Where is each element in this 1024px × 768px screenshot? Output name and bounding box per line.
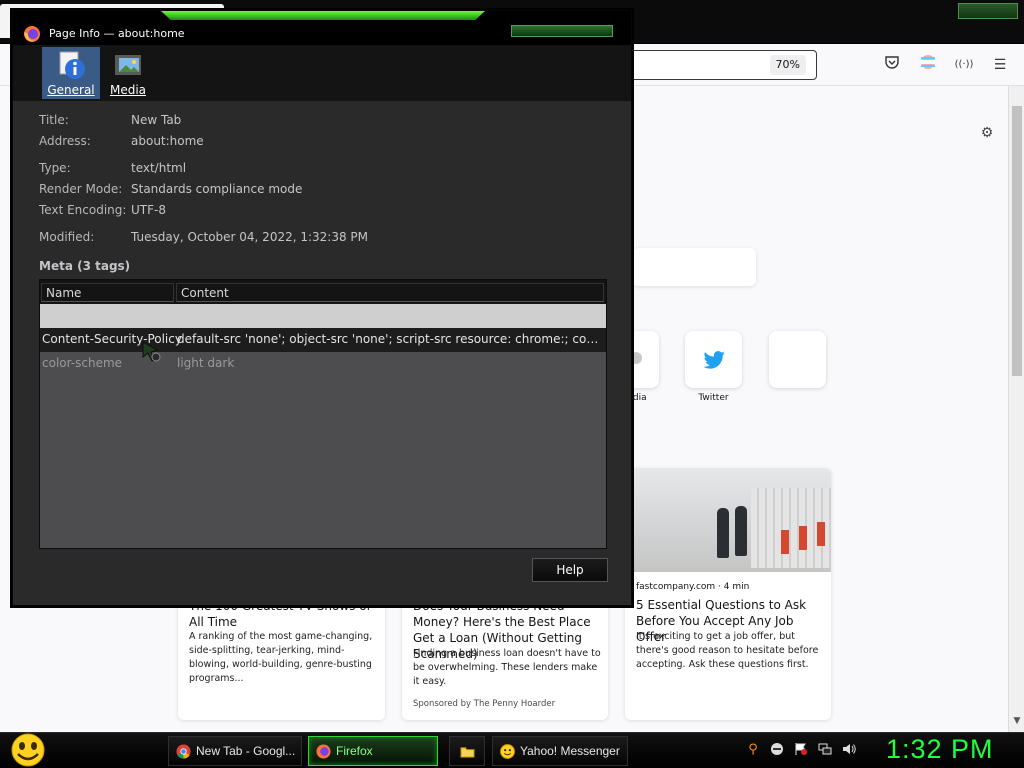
chrome-icon	[176, 744, 191, 759]
help-button[interactable]: Help	[532, 558, 608, 582]
window-controls[interactable]	[958, 3, 1018, 19]
story-excerpt: Finding a business loan doesn't have to …	[413, 648, 601, 687]
info-icon	[59, 51, 85, 79]
table-row[interactable]: Content-Security-Policy default-src 'non…	[40, 328, 606, 352]
top-site-twitter[interactable]	[685, 331, 742, 388]
top-site-tile[interactable]	[632, 331, 659, 388]
render-mode-label: Render Mode:	[39, 182, 123, 196]
taskbar-clock[interactable]: 1:32 PM	[886, 734, 994, 765]
dialog-titlebar[interactable]: Page Info — about:home	[13, 11, 631, 45]
table-row[interactable]: color-scheme light dark	[40, 352, 606, 376]
taskbar-item-label: Yahoo! Messenger	[520, 744, 620, 758]
dialog-title: Page Info — about:home	[49, 27, 185, 40]
firefox-icon	[316, 744, 331, 759]
extensions-icon[interactable]: ((·))	[953, 54, 975, 76]
tab-general[interactable]: General	[42, 47, 100, 99]
tab-label: Media	[109, 83, 147, 97]
address-label: Address:	[39, 134, 91, 148]
yahoo-messenger-icon	[500, 744, 515, 759]
url-bar[interactable]: 70%	[600, 50, 817, 80]
mouse-cursor-icon	[142, 341, 161, 362]
meta-table-header: Name Content	[40, 280, 606, 304]
titlebar-accent	[161, 11, 485, 20]
sponsor-label: Sponsored by The Penny Hoarder	[413, 699, 556, 709]
modified-label: Modified:	[39, 230, 95, 244]
meta-heading: Meta (3 tags)	[39, 259, 131, 273]
account-icon[interactable]	[917, 54, 939, 76]
zoom-indicator[interactable]: 70%	[769, 55, 806, 75]
scroll-down-arrow[interactable]: ▼	[1009, 716, 1024, 730]
taskbar-item-firefox[interactable]: Firefox	[308, 736, 438, 766]
flag-icon[interactable]	[793, 742, 809, 758]
meta-content-cell: default-src 'none'; object-src 'none'; s…	[177, 332, 602, 346]
gear-icon[interactable]: ⚙	[978, 124, 996, 142]
title-value[interactable]: New Tab	[131, 113, 181, 127]
image-icon	[115, 55, 141, 75]
top-site-label: Twitter	[698, 393, 729, 403]
taskbar-item-chrome[interactable]: New Tab - Googl...	[168, 736, 302, 766]
render-mode-value[interactable]: Standards compliance mode	[131, 182, 302, 196]
taskbar-item-explorer[interactable]	[449, 736, 485, 766]
table-row[interactable]	[40, 304, 606, 328]
search-icon[interactable]: ⚲	[745, 742, 761, 758]
tab-media[interactable]: Media	[99, 47, 157, 99]
taskbar-item-yahoo-messenger[interactable]: Yahoo! Messenger	[492, 736, 628, 766]
encoding-label: Text Encoding:	[39, 203, 127, 217]
volume-icon[interactable]	[841, 742, 857, 758]
page-scrollbar[interactable]: ▼	[1008, 86, 1024, 732]
type-value[interactable]: text/html	[131, 161, 186, 175]
meta-content-cell: light dark	[177, 356, 235, 370]
column-header-name[interactable]: Name	[41, 283, 174, 302]
story-card[interactable]: Does Your Business Need Money? Here's th…	[402, 596, 608, 720]
taskbar-item-label: Firefox	[336, 744, 373, 758]
firefox-icon	[24, 26, 40, 42]
story-card[interactable]: The 100 Greatest TV Shows of All Time A …	[178, 596, 385, 720]
network-icon[interactable]	[817, 742, 833, 758]
modified-value[interactable]: Tuesday, October 04, 2022, 1:32:38 PM	[131, 230, 368, 244]
address-value[interactable]: about:home	[131, 134, 204, 148]
type-label: Type:	[39, 161, 71, 175]
taskbar-item-label: New Tab - Googl...	[196, 744, 296, 758]
story-excerpt: A ranking of the most game-changing, sid…	[189, 631, 373, 684]
twitter-icon	[703, 351, 725, 369]
smiley-start-icon[interactable]	[8, 733, 48, 768]
top-site-empty[interactable]	[769, 331, 826, 388]
meta-table[interactable]: Name Content Content-Security-Policy def…	[39, 279, 607, 549]
story-card[interactable]: fastcompany.com · 4 min 5 Essential Ques…	[625, 468, 831, 720]
tab-label: General	[47, 83, 95, 97]
story-excerpt: It's exciting to get a job offer, but th…	[636, 631, 819, 670]
meta-name-cell: color-scheme	[42, 356, 123, 370]
story-source: fastcompany.com · 4 min	[636, 582, 750, 592]
page-info-dialog: Page Info — about:home General Media Tit…	[12, 10, 632, 606]
newtab-search-box[interactable]	[632, 248, 756, 286]
dialog-tabs: General Media	[13, 45, 631, 101]
window-controls[interactable]	[511, 25, 613, 37]
status-icon[interactable]	[769, 742, 785, 758]
story-image	[631, 468, 831, 572]
title-label: Title:	[39, 113, 69, 127]
menu-icon[interactable]: ☰	[989, 54, 1011, 76]
folder-icon	[460, 747, 475, 758]
column-header-content[interactable]: Content	[176, 283, 604, 302]
globe-icon	[632, 352, 642, 364]
taskbar: New Tab - Googl... Firefox Yahoo! Messen…	[0, 732, 1024, 768]
scrollbar-thumb[interactable]	[1012, 106, 1022, 376]
pocket-icon[interactable]	[881, 54, 903, 76]
encoding-value[interactable]: UTF-8	[131, 203, 166, 217]
